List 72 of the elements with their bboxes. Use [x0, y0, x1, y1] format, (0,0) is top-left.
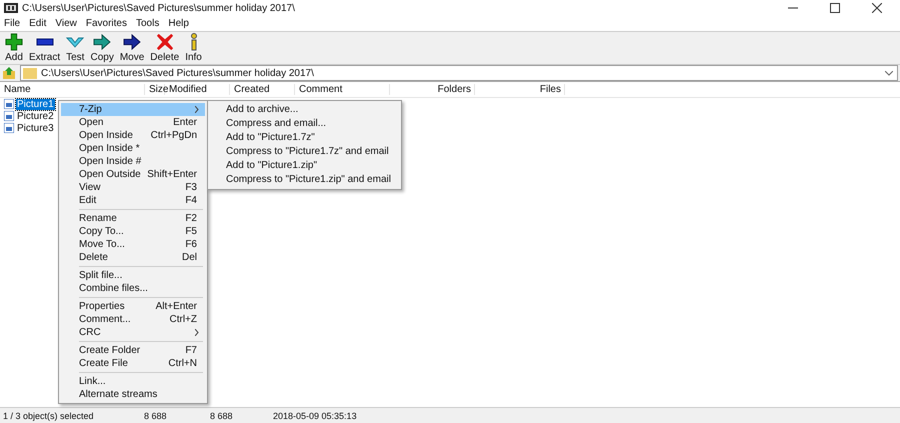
menu-item[interactable]: Open Inside Ctrl+PgDn [61, 129, 205, 142]
toolbar-button[interactable]: Copy [87, 33, 117, 63]
toolbar-button[interactable]: Info [182, 33, 205, 63]
toolbar-button[interactable]: Delete [147, 33, 182, 63]
folder-icon [23, 67, 37, 79]
menu-item[interactable]: Move To... F6 [61, 238, 205, 251]
status-text: 8 688 [209, 410, 234, 420]
menu-item[interactable]: Tools [136, 18, 160, 29]
maximize-icon[interactable] [830, 3, 840, 13]
toolbar-button[interactable]: Extract [26, 33, 64, 63]
menu-item[interactable]: Compress to "Picture1.7z" and email [208, 145, 401, 159]
dropdown-icon [885, 70, 893, 76]
menu-item[interactable]: Delete Del [61, 251, 205, 264]
plus-icon [5, 33, 23, 51]
arrow-icon [123, 34, 142, 50]
menu-item[interactable]: Add to "Picture1.zip" [208, 159, 401, 173]
up-folder-icon[interactable] [2, 66, 16, 80]
menu-item[interactable]: Link... [61, 375, 205, 388]
app-icon [4, 3, 18, 13]
close-icon[interactable] [872, 3, 882, 13]
menu-item[interactable]: Create File Ctrl+N [61, 357, 205, 370]
cross-icon [156, 33, 174, 51]
menu-item[interactable]: Edit [29, 18, 46, 29]
menu-item[interactable]: Alternate streams [61, 388, 205, 401]
menu-item[interactable]: Comment... Ctrl+Z [61, 313, 205, 326]
menu-item[interactable]: CRC [61, 326, 205, 339]
image-file-icon [4, 123, 14, 133]
arrow-icon [93, 34, 112, 50]
address-field[interactable]: C:\Users\User\Pictures\Saved Pictures\summer holiday 2017\ [20, 65, 898, 81]
menu-item[interactable]: Favorites [86, 18, 127, 29]
toolbar-button[interactable]: Add [2, 33, 26, 63]
toolbar-button[interactable]: Move [116, 33, 148, 63]
status-text: 2018-05-09 05:35:13 [272, 410, 357, 420]
info-icon [190, 33, 197, 51]
column-header[interactable]: Comment [295, 84, 390, 95]
check-icon [66, 36, 84, 48]
menu-item[interactable]: Open Enter [61, 116, 205, 129]
column-header[interactable]: Name [0, 84, 145, 95]
status-text: 1 / 3 object(s) selected [2, 410, 95, 420]
image-file-icon [4, 111, 14, 121]
chevron-icon [195, 329, 199, 336]
file-name[interactable]: Picture3 [16, 122, 55, 134]
menu-item[interactable]: File [4, 18, 20, 29]
menu-item[interactable]: Rename F2 [61, 212, 205, 225]
column-header[interactable]: Files [475, 84, 565, 95]
menu-item[interactable]: Edit F4 [61, 194, 205, 207]
menu-item[interactable]: Properties Alt+Enter [61, 300, 205, 313]
column-header[interactable]: Folders [390, 84, 475, 95]
file-name[interactable]: Picture1 [16, 98, 55, 110]
toolbar-button[interactable]: Test [63, 33, 88, 63]
image-file-icon [4, 99, 14, 109]
chevron-icon [195, 106, 199, 113]
file-name[interactable]: Picture2 [16, 110, 55, 122]
menu-item[interactable]: Combine files... [61, 282, 205, 295]
minus-icon [36, 38, 54, 46]
menu-item[interactable]: View [55, 18, 77, 29]
menu-item[interactable]: Add to "Picture1.7z" [208, 131, 401, 145]
status-text: 8 688 [143, 410, 168, 420]
window-title: C:\Users\User\Pictures\Saved Pictures\summer holiday 2017\ [22, 2, 295, 14]
menu-item[interactable]: Create Folder F7 [61, 344, 205, 357]
menu-item[interactable]: Add to archive... [208, 103, 401, 117]
menu-item[interactable]: View F3 [61, 181, 205, 194]
menu-item[interactable]: Open Inside * [61, 142, 205, 155]
menu-item[interactable]: Split file... [61, 269, 205, 282]
menu-item[interactable]: Open Inside # [61, 155, 205, 168]
menu-item[interactable]: Copy To... F5 [61, 225, 205, 238]
menu-item[interactable]: Help [168, 18, 189, 29]
menu-item[interactable]: 7-Zip [61, 103, 205, 116]
menu-item[interactable]: Compress and email... [208, 117, 401, 131]
menu-item[interactable]: Compress to "Picture1.zip" and email [208, 173, 401, 187]
column-header[interactable]: Created [230, 84, 295, 95]
menu-item[interactable]: Open Outside Shift+Enter [61, 168, 205, 181]
